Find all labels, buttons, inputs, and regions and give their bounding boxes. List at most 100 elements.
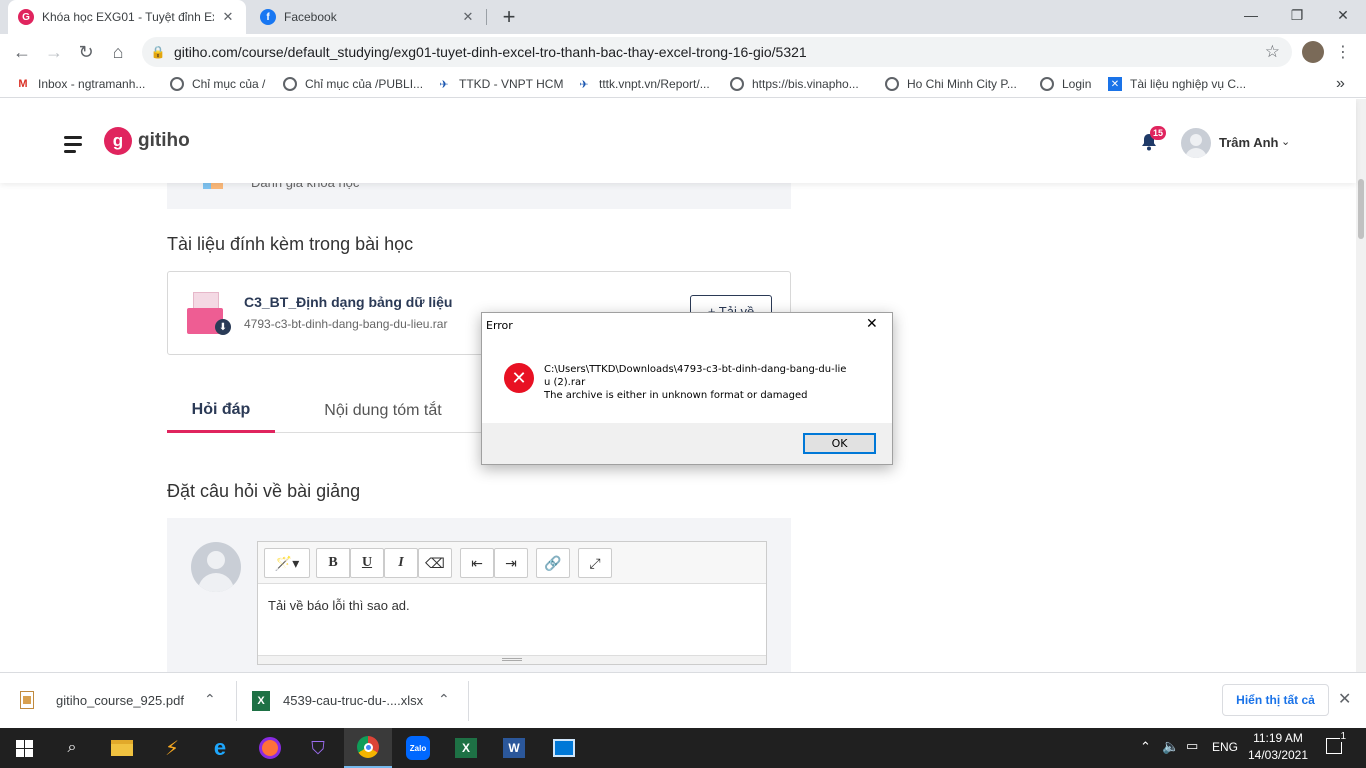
excel-icon[interactable]: X [442, 728, 490, 768]
tab-summary[interactable]: Nội dung tóm tắt [300, 389, 466, 433]
bookmark-label: Inbox - ngtramanh... [38, 77, 146, 91]
error-path-line1: C:\Users\TTKD\Downloads\4793-c3-bt-dinh-… [544, 364, 847, 375]
chevron-up-icon[interactable]: ⌃ [204, 691, 216, 708]
attachments-heading: Tài liệu đính kèm trong bài học [167, 234, 414, 254]
tab-gitiho[interactable]: G Khóa học EXG01 - Tuyệt đỉnh Exc ✕ [8, 0, 246, 34]
tab-title: Facebook [284, 10, 337, 24]
internet-explorer-icon[interactable]: e [196, 728, 244, 768]
minimize-button[interactable]: — [1228, 0, 1274, 30]
bookmark-chimuc[interactable]: Chỉ mục của / [170, 70, 265, 98]
download-item-name[interactable]: 4539-cau-truc-du-....xlsx [283, 693, 423, 708]
magic-format-button[interactable]: 🪄▾ [264, 548, 310, 578]
new-tab-button[interactable]: + [496, 4, 522, 30]
bookmark-bis[interactable]: https://bis.vinapho... [730, 70, 859, 98]
profile-avatar[interactable] [1302, 41, 1324, 63]
bookmark-login[interactable]: Login [1040, 70, 1091, 98]
bookmark-tttk[interactable]: ✈ tttk.vnpt.vn/Report/... [577, 70, 710, 98]
network-icon[interactable]: ▭ [1186, 738, 1198, 754]
gmail-icon: M [18, 78, 28, 90]
address-bar[interactable]: 🔒 gitiho.com/course/default_studying/exg… [142, 37, 1292, 67]
chevron-down-icon[interactable]: ⌄ [1281, 135, 1290, 148]
close-icon[interactable]: ✕ [460, 9, 476, 25]
vpn-icon[interactable]: ⛉ [294, 728, 342, 768]
action-center-icon[interactable]: 1 [1326, 731, 1346, 754]
back-button[interactable]: ← [8, 38, 36, 66]
language-indicator[interactable]: ENG [1212, 740, 1238, 754]
underline-button[interactable]: U [350, 548, 384, 578]
tab-qa[interactable]: Hỏi đáp [167, 389, 275, 433]
lock-icon: 🔒 [150, 45, 166, 59]
user-name[interactable]: Trâm Anh [1219, 135, 1278, 150]
editor-content[interactable]: Tải về báo lỗi thì sao ad. [268, 598, 410, 613]
bookmark-tailieu[interactable]: ✕ Tài liệu nghiệp vụ C... [1108, 70, 1246, 98]
scrollbar-thumb[interactable] [1358, 179, 1364, 239]
hamburger-icon[interactable] [64, 136, 82, 153]
search-icon[interactable]: ⌕ [48, 728, 96, 768]
zalo-icon[interactable]: Zalo [394, 728, 442, 768]
bold-button[interactable]: B [316, 548, 350, 578]
volume-icon[interactable]: 🔈 [1162, 738, 1179, 755]
tray-chevron-icon[interactable]: ⌃ [1140, 739, 1151, 755]
rich-text-editor: 🪄▾ B U I ⌫ ⇤ ⇥ 🔗 ⤢ Tải về báo lỗi thì sa… [257, 541, 767, 665]
avatar[interactable] [1181, 128, 1211, 158]
question-card: 🪄▾ B U I ⌫ ⇤ ⇥ 🔗 ⤢ Tải về báo lỗi thì sa… [167, 518, 791, 672]
windows-start-icon[interactable] [0, 728, 48, 768]
editor-resize-handle[interactable] [258, 655, 766, 664]
bookmark-label: Chỉ mục của / [192, 77, 266, 91]
restore-button[interactable]: ❐ [1274, 0, 1320, 30]
dialog-footer: OK [482, 423, 892, 464]
tab-divider [486, 9, 487, 25]
download-item-name[interactable]: gitiho_course_925.pdf [56, 693, 184, 708]
firefox-icon[interactable] [246, 728, 294, 768]
globe-icon [730, 77, 744, 91]
fullscreen-icon[interactable]: ⤢ [578, 548, 612, 578]
show-all-downloads-button[interactable]: Hiển thị tất cả [1222, 684, 1329, 716]
word-icon[interactable]: W [490, 728, 538, 768]
indent-button[interactable]: ⇥ [494, 548, 528, 578]
file-explorer-icon[interactable] [98, 728, 146, 768]
star-icon[interactable]: ☆ [1265, 42, 1280, 62]
clock-time[interactable]: 11:19 AM [1244, 731, 1312, 745]
bookmark-chimuc-publi[interactable]: Chỉ mục của /PUBLI... [283, 70, 423, 98]
more-bookmarks-button[interactable]: » [1336, 70, 1345, 98]
editor-toolbar: 🪄▾ B U I ⌫ ⇤ ⇥ 🔗 ⤢ [258, 542, 766, 584]
chevron-up-icon[interactable]: ⌃ [438, 691, 450, 708]
site-logo-text[interactable]: gitiho [138, 130, 190, 152]
close-downloads-icon[interactable]: ✕ [1338, 689, 1351, 709]
app-icon[interactable]: ⚡ [148, 728, 196, 768]
forward-button[interactable]: → [40, 38, 68, 66]
error-dialog: Error ✕ ✕ C:\Users\TTKD\Downloads\4793-c… [481, 312, 893, 465]
eraser-icon[interactable]: ⌫ [418, 548, 452, 578]
globe-icon [885, 77, 899, 91]
error-message: The archive is either in unknown format … [544, 390, 808, 401]
bookmark-label: Tài liệu nghiệp vụ C... [1130, 77, 1247, 91]
outdent-button[interactable]: ⇤ [460, 548, 494, 578]
bookmark-label: tttk.vnpt.vn/Report/... [599, 77, 710, 91]
file-name: 4793-c3-bt-dinh-dang-bang-du-lieu.rar [244, 317, 448, 331]
dialog-titlebar: Error ✕ [482, 313, 892, 337]
gitiho-logo-icon[interactable]: g [104, 127, 132, 155]
vnpt-icon: ✈ [579, 78, 589, 91]
file-title[interactable]: C3_BT_Định dạng bảng dữ liệu [244, 294, 452, 310]
chrome-icon[interactable] [344, 728, 392, 768]
link-icon[interactable]: 🔗 [536, 548, 570, 578]
ok-button[interactable]: OK [803, 433, 876, 454]
question-heading: Đặt câu hỏi về bài giảng [167, 481, 361, 501]
bookmark-inbox[interactable]: M Inbox - ngtramanh... [16, 70, 145, 98]
remote-desktop-icon[interactable] [540, 728, 588, 768]
bookmark-label: TTKD - VNPT HCM [459, 77, 564, 91]
reload-button[interactable]: ↻ [72, 38, 100, 66]
dialog-close-icon[interactable]: ✕ [866, 316, 878, 332]
italic-button[interactable]: I [384, 548, 418, 578]
menu-icon[interactable]: ⋮ [1335, 40, 1351, 64]
bookmark-ttkd[interactable]: ✈ TTKD - VNPT HCM [437, 70, 563, 98]
folder-download-icon: ⬇ [187, 292, 231, 338]
home-button[interactable]: ⌂ [104, 38, 132, 66]
close-icon[interactable]: ✕ [220, 9, 236, 25]
window-close-button[interactable]: ✕ [1320, 0, 1366, 30]
bookmark-hcmc[interactable]: Ho Chi Minh City P... [885, 70, 1017, 98]
avatar [191, 542, 241, 592]
clock-date[interactable]: 14/03/2021 [1244, 748, 1312, 762]
tab-facebook[interactable]: f Facebook ✕ [250, 0, 486, 34]
page-scrollbar[interactable] [1356, 99, 1366, 672]
